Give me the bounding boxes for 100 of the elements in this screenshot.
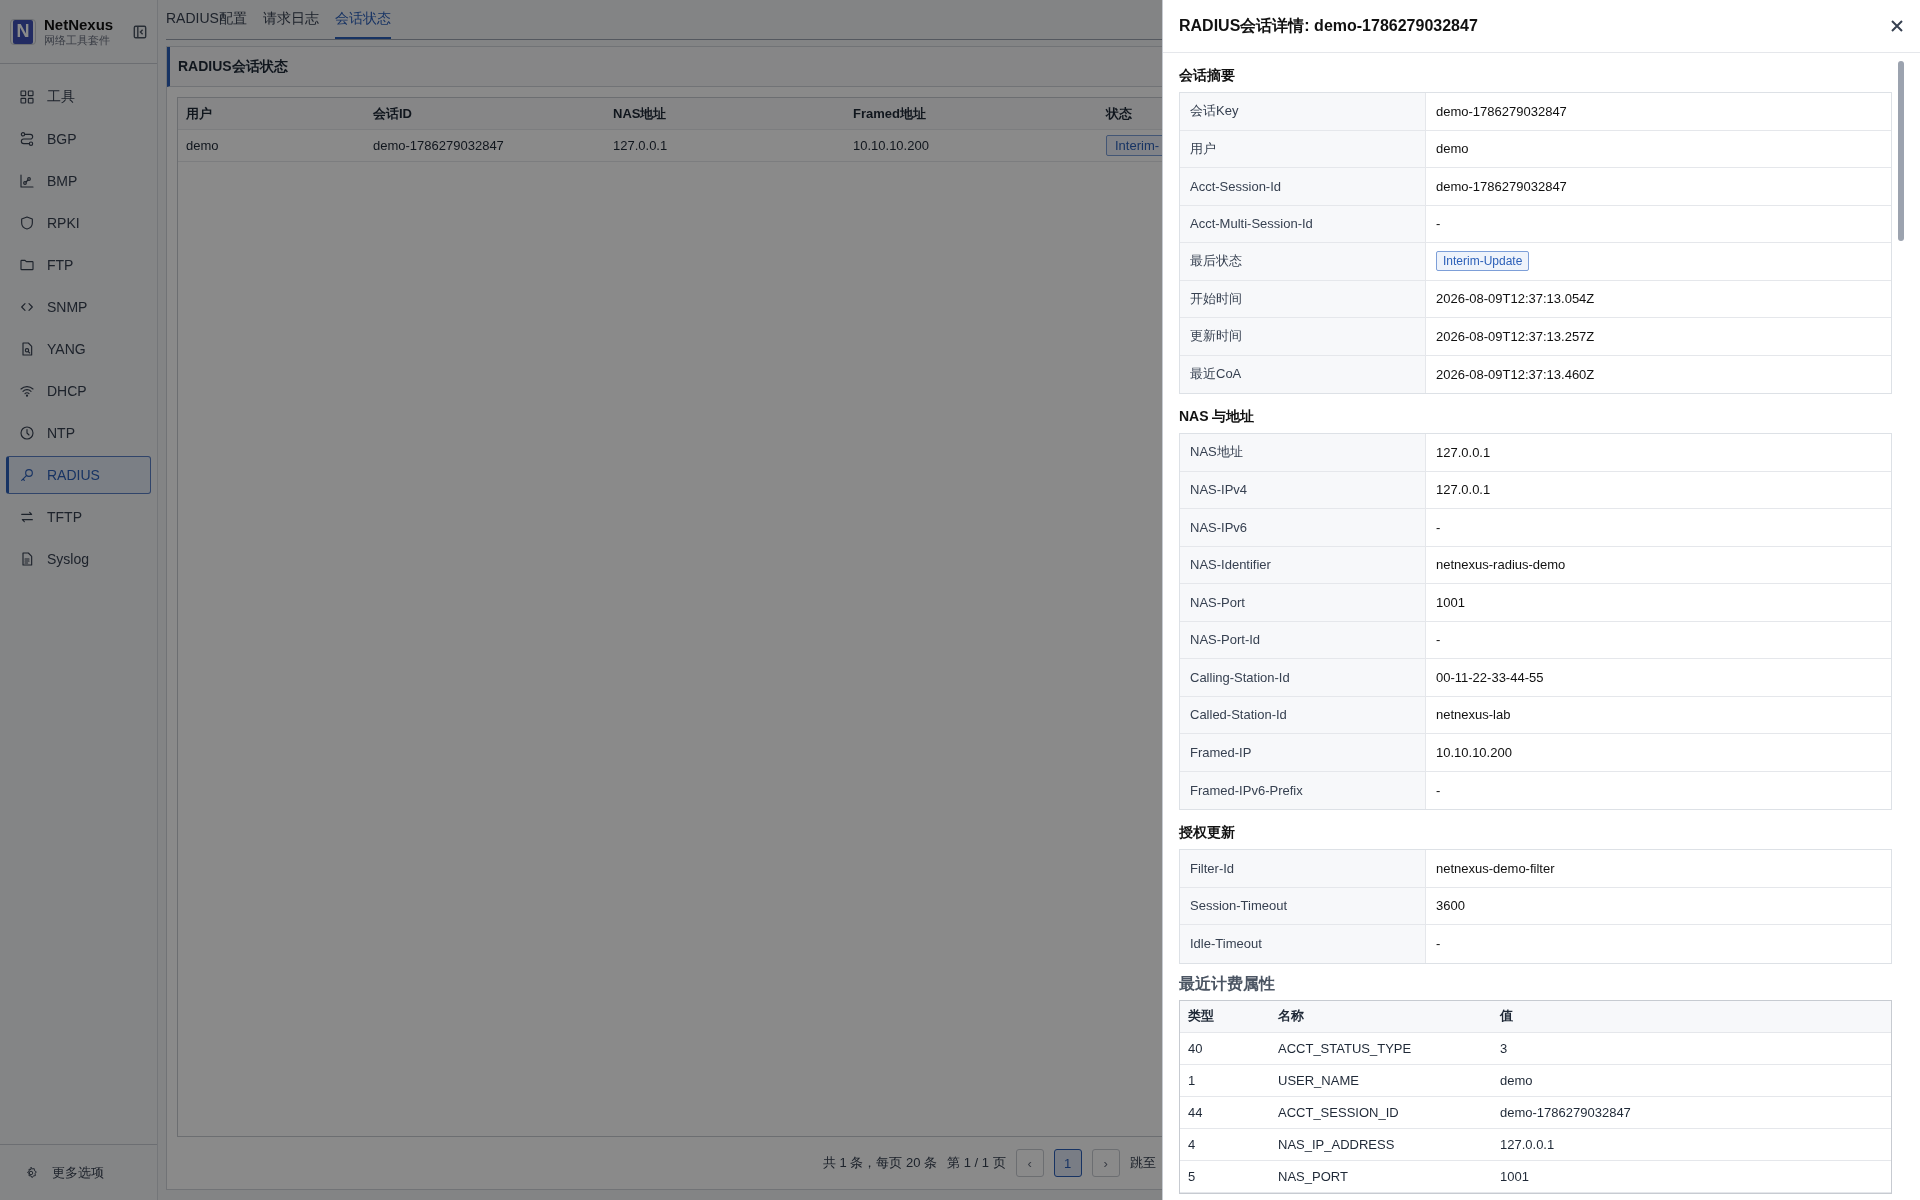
field-value: 2026-08-09T12:37:13.257Z [1436, 328, 1595, 344]
field-label: Acct-Multi-Session-Id [1180, 205, 1426, 242]
field-value: demo [1436, 141, 1469, 157]
field-value: - [1436, 782, 1441, 798]
field-value: 1001 [1436, 594, 1465, 610]
table-cell-text: demo-1786279032847 [372, 138, 504, 153]
sidebar-item[interactable]: BGP [6, 120, 151, 158]
sidebar-item[interactable]: BMP [6, 162, 151, 200]
route-icon [19, 131, 35, 147]
field-label: 最后状态 [1180, 243, 1426, 280]
section-title: NAS 与地址 [1179, 408, 1256, 426]
field-value: 2026-08-09T12:37:13.054Z [1436, 291, 1595, 307]
grid-icon [19, 89, 35, 105]
close-icon[interactable] [1890, 19, 1904, 33]
table-cell-text: NAS_PORT [1277, 1168, 1349, 1184]
table-cell-text: 44 [1187, 1104, 1204, 1120]
table-cell-text: 127.0.0.1 [1499, 1136, 1556, 1152]
table-cell-text: ACCT_STATUS_TYPE [1277, 1040, 1413, 1056]
sidebar-item[interactable]: NTP [6, 414, 151, 452]
field-label: Called-Station-Id [1180, 696, 1426, 733]
settings-icon[interactable] [24, 1165, 38, 1180]
sidebar-item[interactable]: SNMP [6, 288, 151, 326]
field-value: 2026-08-09T12:37:13.460Z [1436, 366, 1595, 382]
table-cell-text: NAS_IP_ADDRESS [1277, 1136, 1396, 1152]
pagination-summary: 共 1 条，每页 20 条 [823, 1154, 938, 1172]
sidebar-item[interactable]: FTP [6, 246, 151, 284]
status-tag: Interim-Update [1436, 251, 1530, 272]
field-label: Calling-Station-Id [1180, 659, 1426, 696]
table-cell-text: USER_NAME [1277, 1072, 1360, 1088]
field-label: NAS地址 [1180, 434, 1426, 471]
field-label: Idle-Timeout [1180, 925, 1426, 963]
column-header: 会话ID [372, 104, 412, 123]
sidebar-item[interactable]: YANG [6, 330, 151, 368]
field-label: Acct-Session-Id [1180, 168, 1426, 205]
section-title: 会话摘要 [1179, 67, 1236, 85]
folder-icon [19, 257, 35, 273]
field-value: 127.0.0.1 [1436, 444, 1491, 460]
sidebar-item[interactable]: RADIUS [6, 456, 151, 494]
tab[interactable]: 会话状态 [334, 0, 391, 39]
field-value: demo-1786279032847 [1436, 103, 1567, 119]
field-value: - [1436, 519, 1441, 535]
field-value: 3600 [1436, 898, 1465, 914]
app-logo: N [10, 18, 36, 45]
field-label: NAS-IPv4 [1180, 471, 1426, 508]
field-value: - [1436, 216, 1441, 232]
section-title: 最近计费属性 [1179, 973, 1276, 994]
table-cell-text: demo-1786279032847 [1499, 1104, 1632, 1120]
more-options-link[interactable]: 更多选项 [52, 1163, 104, 1182]
table-cell-text: ACCT_SESSION_ID [1277, 1104, 1400, 1120]
field-label: NAS-Port-Id [1180, 621, 1426, 658]
chart-icon [19, 173, 35, 189]
table-cell-text: 4 [1187, 1136, 1197, 1152]
sidebar-item[interactable]: 工具 [6, 78, 151, 116]
table-cell-text: 5 [1187, 1168, 1197, 1184]
tab[interactable]: RADIUS配置 [166, 0, 247, 39]
page-button[interactable]: 1 [1053, 1149, 1082, 1177]
field-label: Session-Timeout [1180, 887, 1426, 924]
field-value: - [1436, 632, 1441, 648]
sidebar-item[interactable]: DHCP [6, 372, 151, 410]
prev-page-button[interactable]: ‹ [1015, 1149, 1044, 1177]
wifi-icon [19, 383, 35, 399]
column-header: 类型 [1187, 1007, 1215, 1025]
table-cell-text: 40 [1187, 1040, 1204, 1056]
field-label: 开始时间 [1180, 280, 1426, 317]
file-search-icon [19, 341, 35, 357]
column-header: Framed地址 [852, 104, 926, 123]
scrollbar[interactable] [1898, 61, 1904, 241]
field-label: 用户 [1180, 130, 1426, 167]
sidebar-item[interactable]: TFTP [6, 498, 151, 536]
table-cell-text: 127.0.0.1 [612, 138, 668, 153]
jump-label: 跳至 [1129, 1154, 1156, 1172]
field-label: Framed-IPv6-Prefix [1180, 771, 1426, 809]
sidebar-collapse-icon[interactable] [133, 24, 147, 39]
next-page-button[interactable]: › [1091, 1149, 1120, 1177]
column-header: 状态 [1104, 104, 1132, 123]
field-label: NAS-Identifier [1180, 546, 1426, 583]
shield-icon [19, 215, 35, 231]
tab[interactable]: 请求日志 [262, 0, 319, 39]
drawer-title: RADIUS会话详情: demo-1786279032847 [1179, 15, 1478, 36]
column-header: 用户 [185, 104, 212, 123]
file-text-icon [19, 551, 35, 567]
section-title: 授权更新 [1179, 824, 1236, 842]
table-cell-text: 1001 [1499, 1168, 1530, 1184]
clock-icon [19, 425, 35, 441]
column-header: 值 [1498, 1007, 1514, 1025]
field-value: 127.0.0.1 [1436, 482, 1491, 498]
table-cell-text: 3 [1499, 1040, 1509, 1056]
field-value: netnexus-demo-filter [1436, 860, 1555, 876]
sidebar-item[interactable]: Syslog [6, 540, 151, 578]
field-value: - [1436, 936, 1441, 952]
page-info: 第 1 / 1 页 [947, 1154, 1006, 1172]
field-value: demo-1786279032847 [1436, 178, 1567, 194]
field-label: 会话Key [1180, 93, 1426, 130]
field-value: 00-11-22-33-44-55 [1436, 669, 1544, 685]
field-label: NAS-IPv6 [1180, 509, 1426, 546]
column-header: 名称 [1277, 1007, 1305, 1025]
swap-icon [19, 509, 35, 525]
key-icon [19, 467, 35, 483]
table-cell-text: 1 [1187, 1072, 1197, 1088]
sidebar-item[interactable]: RPKI [6, 204, 151, 242]
